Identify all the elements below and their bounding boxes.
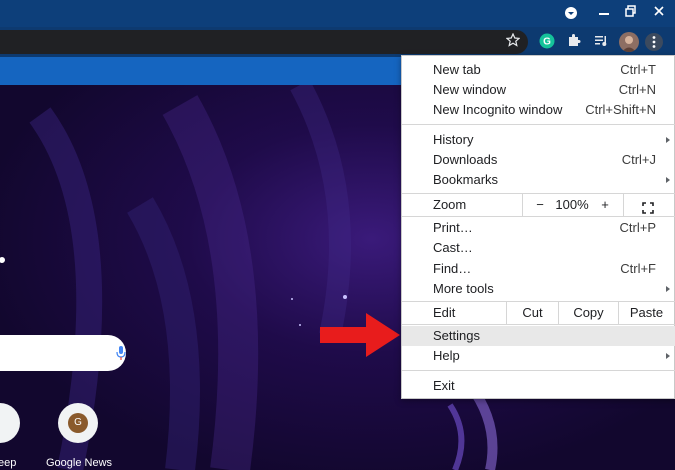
divider <box>522 194 523 216</box>
menu-item-label: Help <box>433 348 460 363</box>
menu-item-new-tab[interactable]: New tab Ctrl+T <box>402 60 675 80</box>
menu-item-label: More tools <box>433 281 494 296</box>
media-icon[interactable] <box>592 33 610 51</box>
menu-item-label: Find… <box>433 261 472 276</box>
menu-shortcut: Ctrl+F <box>620 261 656 276</box>
more-menu-icon[interactable] <box>645 33 663 51</box>
menu-separator <box>402 324 675 325</box>
menu-item-more-tools[interactable]: More tools <box>402 279 675 299</box>
menu-shortcut: Ctrl+N <box>618 82 656 97</box>
microphone-icon[interactable] <box>116 345 126 361</box>
menu-item-new-window[interactable]: New window Ctrl+N <box>402 80 675 100</box>
close-icon[interactable] <box>649 4 669 22</box>
menu-item-label: History <box>433 132 474 147</box>
submenu-arrow-icon <box>666 177 670 183</box>
menu-item-label: Downloads <box>433 152 498 167</box>
address-bar[interactable] <box>0 30 528 54</box>
shortcut-label: Google News <box>46 457 113 469</box>
edit-row: Edit Cut Copy Paste <box>402 302 675 324</box>
fullscreen-icon[interactable] <box>638 199 658 214</box>
menu-item-history[interactable]: History <box>402 130 675 150</box>
shortcut-badge: G <box>68 413 88 433</box>
restore-icon[interactable] <box>621 4 641 22</box>
menu-item-label: Cast… <box>433 240 473 255</box>
menu-separator <box>402 370 675 371</box>
divider <box>623 194 624 216</box>
chrome-menu: New tab Ctrl+T New window Ctrl+N New Inc… <box>401 55 675 399</box>
submenu-arrow-icon <box>666 353 670 359</box>
menu-shortcut: Ctrl+J <box>621 152 656 167</box>
submenu-arrow-icon <box>666 137 670 143</box>
grammarly-icon[interactable]: G <box>538 33 556 51</box>
menu-item-label: Settings <box>433 328 480 343</box>
menu-shortcut: Ctrl+Shift+N <box>585 102 656 117</box>
menu-item-settings[interactable]: Settings <box>402 326 675 346</box>
menu-item-label: New Incognito window <box>433 102 563 117</box>
menu-item-label: New tab <box>433 62 481 77</box>
menu-item-label: Exit <box>433 378 455 393</box>
red-arrow-icon <box>320 313 400 357</box>
menu-item-cast[interactable]: Cast… <box>402 238 675 258</box>
search-box[interactable] <box>0 335 126 371</box>
dropdown-icon[interactable] <box>561 4 581 22</box>
paste-button[interactable]: Paste <box>619 302 674 324</box>
menu-item-find[interactable]: Find… Ctrl+F <box>402 259 675 279</box>
zoom-label: Zoom <box>433 197 467 212</box>
zoom-row: Zoom − 100% + <box>402 194 675 216</box>
zoom-level: 100% <box>555 197 589 212</box>
menu-shortcut: Ctrl+P <box>619 220 656 235</box>
menu-item-exit[interactable]: Exit <box>402 376 675 396</box>
menu-item-bookmarks[interactable]: Bookmarks <box>402 170 675 190</box>
menu-separator <box>402 216 675 217</box>
menu-item-new-incognito[interactable]: New Incognito window Ctrl+Shift+N <box>402 100 675 120</box>
menu-item-downloads[interactable]: Downloads Ctrl+J <box>402 150 675 170</box>
profile-avatar[interactable] <box>619 32 639 52</box>
shortcut-google-news[interactable]: G <box>58 403 98 443</box>
menu-item-label: New window <box>433 82 506 97</box>
edit-label: Edit <box>433 305 456 320</box>
toolbar: G <box>0 27 675 57</box>
copy-button[interactable]: Copy <box>559 302 618 324</box>
submenu-arrow-icon <box>666 286 670 292</box>
star-icon[interactable] <box>504 32 522 51</box>
menu-item-label: Bookmarks <box>433 172 499 187</box>
svg-text:G: G <box>543 37 551 48</box>
menu-shortcut: Ctrl+T <box>620 62 656 77</box>
title-bar <box>0 0 675 27</box>
menu-item-print[interactable]: Print… Ctrl+P <box>402 218 675 238</box>
menu-separator <box>402 124 675 125</box>
shortcut-label: eep <box>0 457 17 469</box>
cut-button[interactable]: Cut <box>507 302 558 324</box>
zoom-out-button[interactable]: − <box>530 194 550 216</box>
menu-item-help[interactable]: Help <box>402 346 675 366</box>
zoom-in-button[interactable]: + <box>595 194 615 216</box>
menu-item-label: Print… <box>433 220 473 235</box>
minimize-icon[interactable] <box>594 4 614 22</box>
extensions-icon[interactable] <box>565 33 583 51</box>
